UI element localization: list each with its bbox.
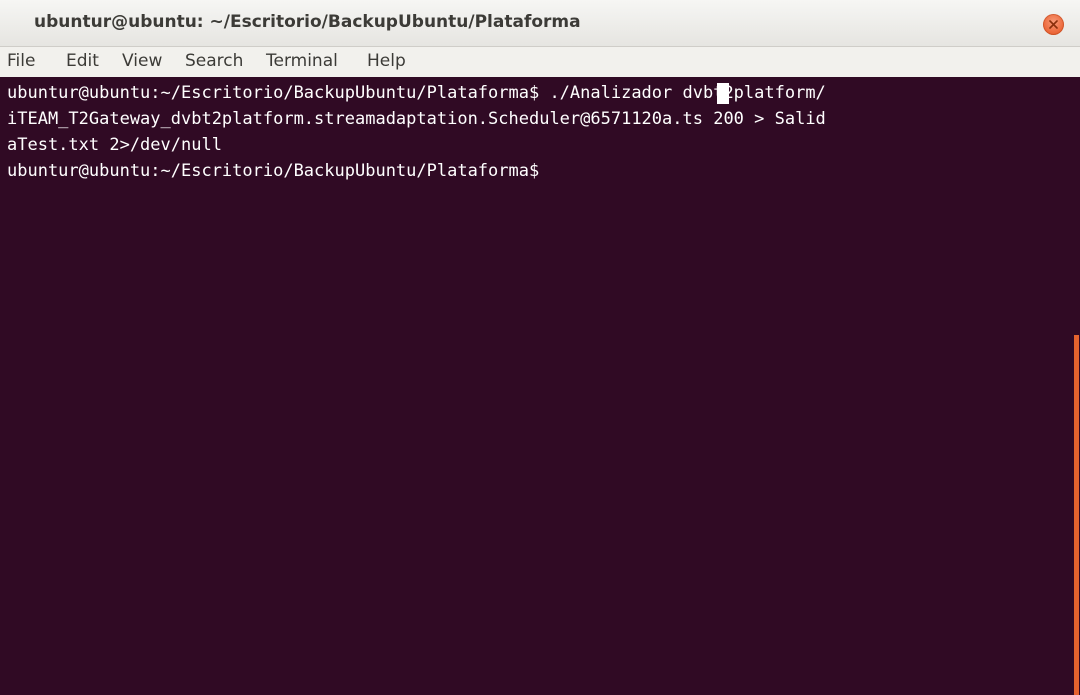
terminal-prompt-line: ubuntur@ubuntu:~/Escritorio/BackupUbuntu… — [7, 161, 550, 181]
menu-help[interactable]: Help — [367, 51, 406, 71]
title-bar[interactable]: ubuntur@ubuntu: ~/Escritorio/BackupUbunt… — [0, 0, 1080, 47]
menu-edit[interactable]: Edit — [66, 51, 99, 71]
window-title: ubuntur@ubuntu: ~/Escritorio/BackupUbunt… — [34, 12, 581, 32]
terminal-line: iTEAM_T2Gateway_dvbt2platform.streamadap… — [7, 109, 826, 129]
menu-search[interactable]: Search — [185, 51, 243, 71]
terminal-area[interactable]: ubuntur@ubuntu:~/Escritorio/BackupUbuntu… — [0, 77, 1080, 695]
terminal-line: ubuntur@ubuntu:~/Escritorio/BackupUbuntu… — [7, 83, 826, 103]
text-cursor — [717, 83, 729, 104]
menu-bar: File Edit View Search Terminal Help — [0, 47, 1080, 77]
menu-terminal[interactable]: Terminal — [266, 51, 338, 71]
close-icon — [1049, 20, 1058, 29]
terminal-window: ubuntur@ubuntu: ~/Escritorio/BackupUbunt… — [0, 0, 1080, 695]
menu-view[interactable]: View — [122, 51, 162, 71]
close-button[interactable] — [1043, 14, 1064, 35]
menu-file[interactable]: File — [7, 51, 35, 71]
scrollbar[interactable] — [1074, 335, 1079, 695]
terminal-line: aTest.txt 2>/dev/null — [7, 135, 222, 155]
